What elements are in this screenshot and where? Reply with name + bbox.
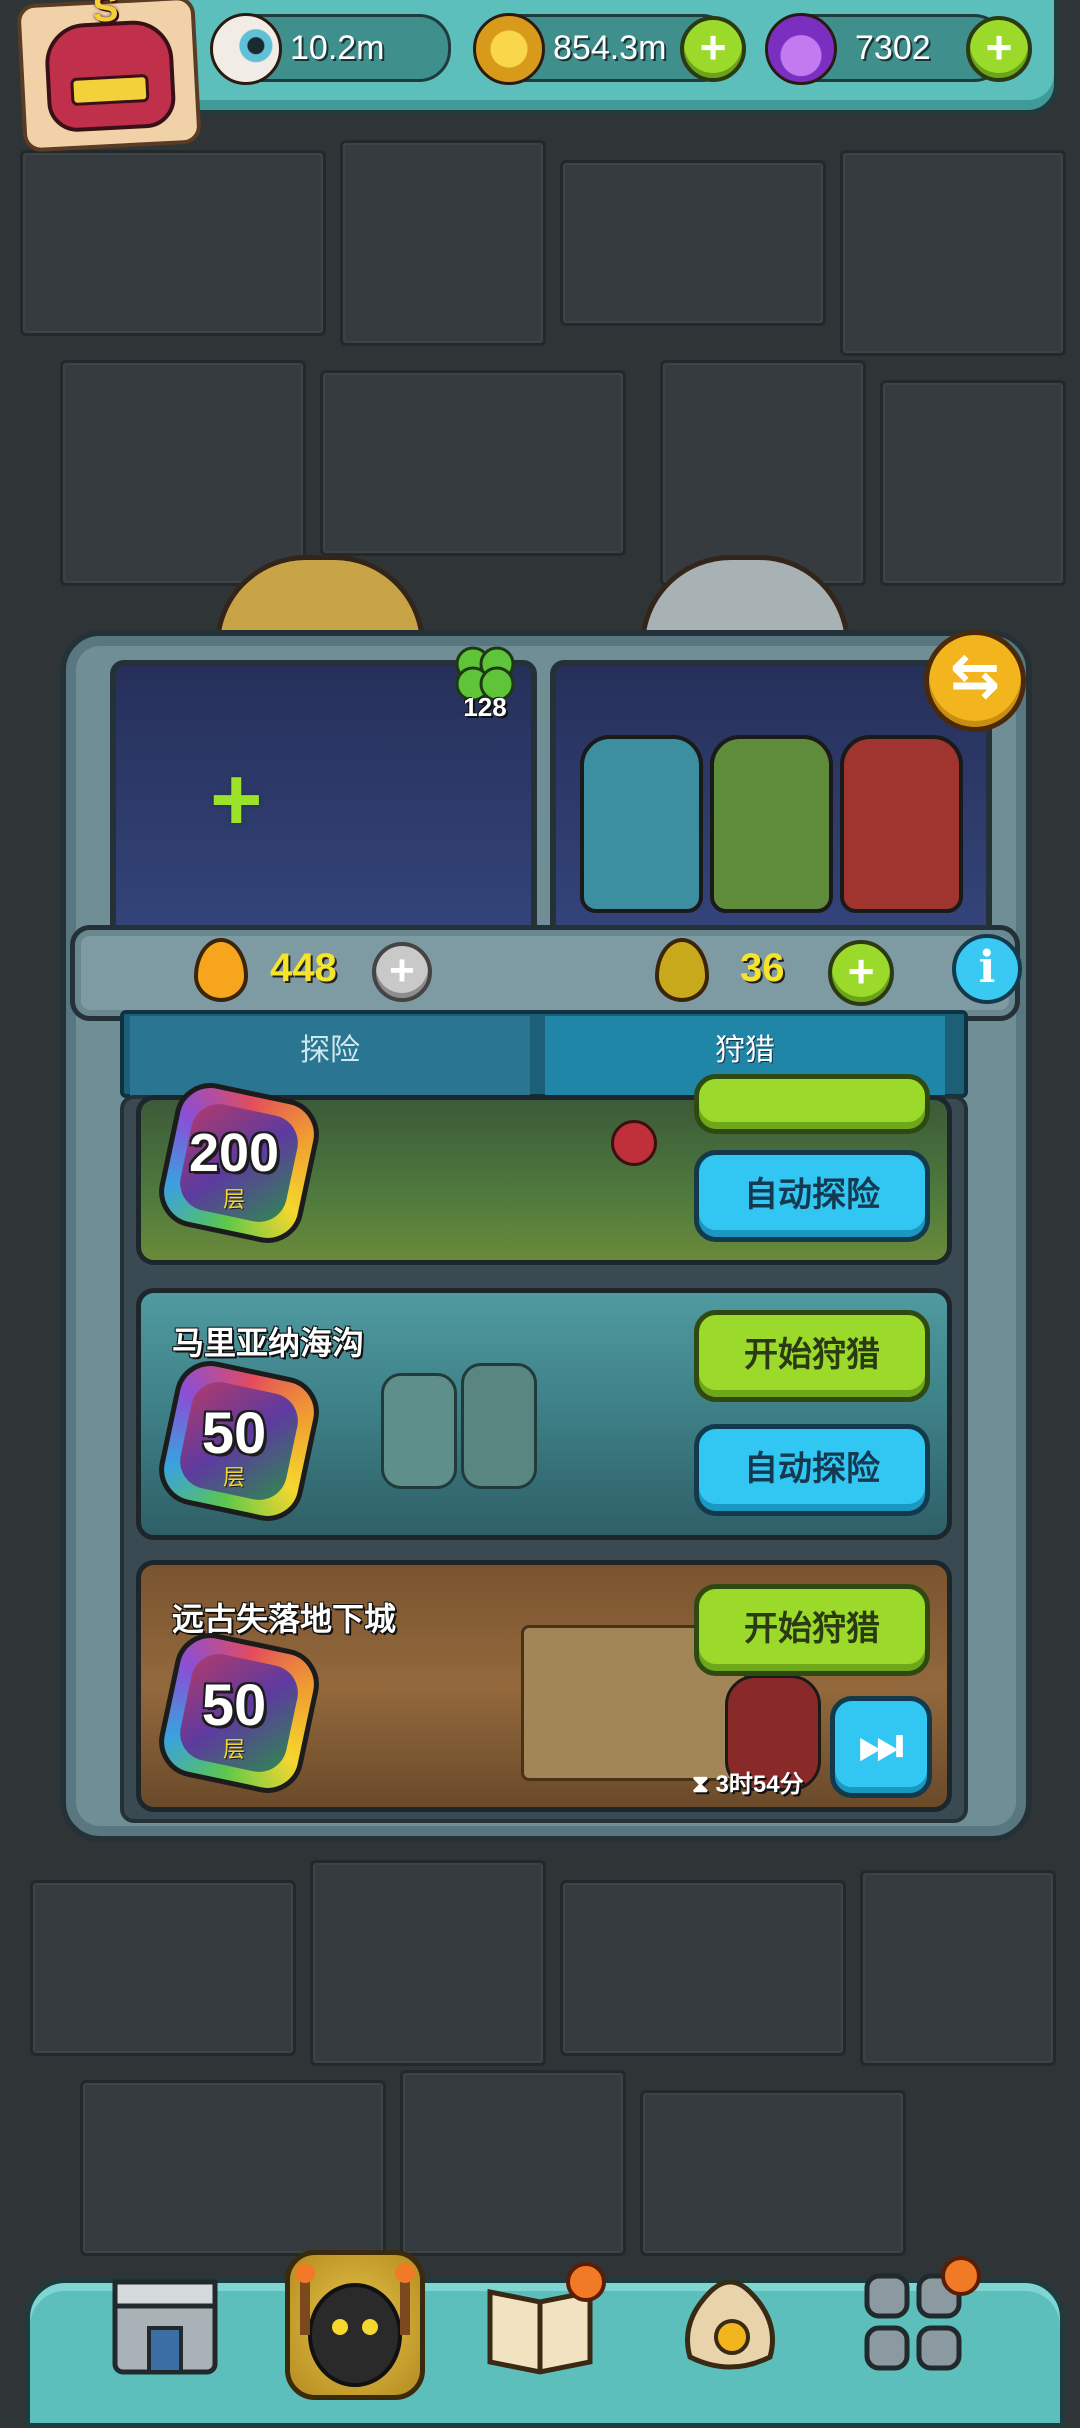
- player-avatar[interactable]: S: [16, 0, 202, 153]
- purple-potion-icon: [765, 13, 837, 85]
- level-2-floor-unit: 层: [222, 1465, 245, 1490]
- timer-value: 3时54分: [715, 1771, 804, 1798]
- level-3-floor-unit: 层: [222, 1737, 245, 1762]
- level-1-start-button[interactable]: [694, 1074, 930, 1134]
- notification-dot: [941, 2256, 981, 2296]
- stone-statue-icon: [461, 1363, 537, 1489]
- add-coins-button[interactable]: +: [680, 16, 746, 82]
- rank-letter: S: [91, 0, 120, 31]
- energy-right-value: 36: [740, 946, 785, 990]
- money-bag-icon: [685, 2279, 775, 2370]
- skip-forward-button[interactable]: ⏭: [830, 1696, 932, 1798]
- add-potions-button[interactable]: +: [966, 16, 1032, 82]
- monster-tank-icon[interactable]: [710, 735, 833, 913]
- stone-statue-icon: [381, 1373, 457, 1489]
- level-1-floor-unit: 层: [222, 1187, 245, 1212]
- red-flower-icon: [611, 1120, 657, 1166]
- add-monster-icon[interactable]: +: [210, 755, 263, 845]
- swap-button[interactable]: ⇆: [924, 630, 1026, 732]
- level-2-auto-explore-button[interactable]: 自动探险: [694, 1424, 930, 1516]
- eyeball-icon: [210, 13, 282, 85]
- level-2-start-hunt-button[interactable]: 开始狩猎: [694, 1310, 930, 1402]
- level-1-floor-number: 200: [188, 1123, 280, 1183]
- add-energy-left-button[interactable]: +: [372, 942, 432, 1002]
- gold-coin-icon: [473, 13, 545, 85]
- level-3-start-hunt-button[interactable]: 开始狩猎: [694, 1584, 930, 1676]
- clover-count: 128: [463, 692, 507, 722]
- level-2-floor-number: 50: [201, 1401, 267, 1466]
- nav-shop[interactable]: [105, 2262, 225, 2382]
- energy-left-value: 448: [270, 946, 337, 990]
- shop-building-icon: [112, 2279, 218, 2375]
- monster-pirate-icon[interactable]: [840, 735, 963, 913]
- monster-lair-icon: [295, 2263, 415, 2387]
- level-2-title: 马里亚纳海沟: [172, 1325, 365, 1361]
- nav-monster-lair[interactable]: [285, 2250, 425, 2400]
- level-3-floor-number: 50: [201, 1673, 267, 1738]
- monster-robot-icon[interactable]: [580, 735, 703, 913]
- nav-book[interactable]: [480, 2262, 606, 2382]
- level-3-timer: ⧗ 3时54分: [692, 1771, 804, 1798]
- nav-menu[interactable]: [855, 2256, 981, 2382]
- eyes-value: 10.2m: [290, 29, 385, 67]
- info-icon[interactable]: i: [952, 934, 1022, 1004]
- level-1-auto-button[interactable]: 自动探险: [694, 1150, 930, 1242]
- add-energy-right-button[interactable]: +: [828, 940, 894, 1006]
- nav-money-bag[interactable]: [670, 2262, 790, 2382]
- notification-dot: [566, 2262, 606, 2302]
- eyes-counter: 10.2m: [210, 13, 451, 85]
- monster-avatar-icon: [43, 18, 177, 134]
